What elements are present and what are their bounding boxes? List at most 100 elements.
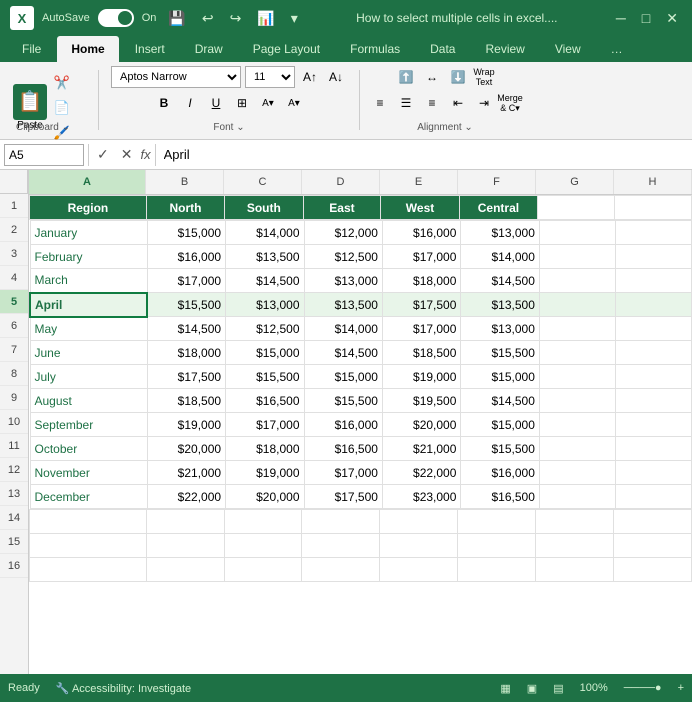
table-cell[interactable]: $14,000 [461, 245, 539, 269]
table-cell[interactable]: $19,000 [382, 365, 460, 389]
table-cell[interactable]: $14,000 [304, 317, 382, 341]
table-cell[interactable]: July [30, 365, 147, 389]
table-cell[interactable]: $17,500 [382, 293, 460, 317]
table-cell[interactable]: $14,500 [304, 341, 382, 365]
col-header-h[interactable]: H [614, 170, 692, 194]
table-cell[interactable]: $14,500 [461, 269, 539, 293]
table-cell[interactable]: $20,000 [226, 485, 304, 509]
table-cell[interactable]: April [30, 293, 147, 317]
table-cell[interactable]: January [30, 221, 147, 245]
table-cell[interactable]: May [30, 317, 147, 341]
table-cell[interactable]: $14,500 [147, 317, 225, 341]
table-cell[interactable]: March [30, 269, 147, 293]
table-cell[interactable]: $16,500 [304, 437, 382, 461]
font-size-select[interactable]: 11 [245, 66, 295, 88]
table-cell[interactable] [539, 413, 615, 437]
table-cell[interactable] [539, 245, 615, 269]
table-cell[interactable] [615, 269, 691, 293]
table-cell[interactable]: $15,500 [304, 389, 382, 413]
table-cell[interactable]: $17,000 [382, 317, 460, 341]
row-num-15[interactable]: 15 [0, 530, 28, 554]
table-cell[interactable]: $15,000 [226, 341, 304, 365]
table-cell[interactable]: $16,000 [147, 245, 225, 269]
chart-icon[interactable]: 📊 [253, 10, 278, 27]
table-cell[interactable]: $18,000 [382, 269, 460, 293]
table-cell[interactable]: $13,000 [461, 317, 539, 341]
table-cell[interactable]: $17,000 [304, 461, 382, 485]
decrease-font-button[interactable]: A↓ [325, 66, 347, 88]
col-header-g[interactable]: G [536, 170, 614, 194]
align-center-button[interactable]: ☰ [395, 92, 417, 114]
zoom-in-icon[interactable]: + [678, 682, 684, 694]
table-cell[interactable]: August [30, 389, 147, 413]
copy-button[interactable]: 📄 [51, 97, 73, 119]
header-region[interactable]: Region [30, 196, 147, 220]
table-cell[interactable] [615, 485, 691, 509]
tab-insert[interactable]: Insert [121, 36, 179, 62]
table-cell[interactable]: $16,500 [461, 485, 539, 509]
header-g[interactable] [538, 196, 615, 220]
font-name-select[interactable]: Aptos Narrow [111, 66, 241, 88]
table-cell[interactable] [539, 293, 615, 317]
table-cell[interactable]: $15,500 [461, 341, 539, 365]
table-cell[interactable] [539, 269, 615, 293]
table-cell[interactable] [539, 365, 615, 389]
table-cell[interactable]: $15,000 [304, 365, 382, 389]
align-top-button[interactable]: ⬆️ [395, 66, 417, 88]
table-cell[interactable]: $13,000 [304, 269, 382, 293]
table-cell[interactable]: $13,000 [461, 221, 539, 245]
function-check-button[interactable]: ✓ [93, 146, 113, 163]
table-cell[interactable]: $15,000 [147, 221, 225, 245]
table-cell[interactable] [539, 437, 615, 461]
name-box[interactable] [4, 144, 84, 166]
table-cell[interactable]: $17,500 [304, 485, 382, 509]
fill-color-button[interactable]: A▾ [257, 92, 279, 114]
save-icon[interactable]: 💾 [164, 10, 189, 27]
table-cell[interactable]: $18,000 [147, 341, 225, 365]
table-cell[interactable]: $15,500 [147, 293, 225, 317]
table-cell[interactable] [615, 437, 691, 461]
table-cell[interactable]: $19,000 [226, 461, 304, 485]
tab-draw[interactable]: Draw [181, 36, 237, 62]
table-cell[interactable]: $14,500 [226, 269, 304, 293]
indent-increase-button[interactable]: ⇥ [473, 92, 495, 114]
row-num-1[interactable]: 1 [0, 194, 28, 218]
formula-input[interactable] [160, 147, 688, 162]
table-cell[interactable]: $14,000 [226, 221, 304, 245]
table-cell[interactable]: $13,500 [461, 293, 539, 317]
col-header-e[interactable]: E [380, 170, 458, 194]
table-cell[interactable]: November [30, 461, 147, 485]
col-header-c[interactable]: C [224, 170, 302, 194]
table-cell[interactable]: $20,000 [147, 437, 225, 461]
table-cell[interactable]: $17,500 [147, 365, 225, 389]
table-cell[interactable]: $16,500 [226, 389, 304, 413]
table-cell[interactable]: $21,000 [147, 461, 225, 485]
row-num-14[interactable]: 14 [0, 506, 28, 530]
row-num-10[interactable]: 10 [0, 410, 28, 434]
italic-button[interactable]: I [179, 92, 201, 114]
view-layout-icon[interactable]: ▣ [527, 682, 537, 695]
table-cell[interactable] [539, 341, 615, 365]
table-cell[interactable]: $16,000 [304, 413, 382, 437]
table-cell[interactable]: $22,000 [147, 485, 225, 509]
table-cell[interactable]: $15,500 [226, 365, 304, 389]
table-cell[interactable] [615, 317, 691, 341]
table-cell[interactable]: $18,000 [226, 437, 304, 461]
view-pagebreak-icon[interactable]: ▤ [553, 682, 563, 695]
header-h[interactable] [615, 196, 692, 220]
row-num-3[interactable]: 3 [0, 242, 28, 266]
table-cell[interactable]: $19,000 [147, 413, 225, 437]
header-south[interactable]: South [225, 196, 303, 220]
indent-decrease-button[interactable]: ⇤ [447, 92, 469, 114]
align-bottom-button[interactable]: ⬇️ [447, 66, 469, 88]
table-cell[interactable] [615, 389, 691, 413]
table-cell[interactable]: $13,000 [226, 293, 304, 317]
table-cell[interactable]: $17,000 [226, 413, 304, 437]
autosave-toggle[interactable] [98, 9, 134, 27]
table-cell[interactable]: June [30, 341, 147, 365]
table-cell[interactable]: $18,500 [147, 389, 225, 413]
table-cell[interactable] [615, 365, 691, 389]
row-num-6[interactable]: 6 [0, 314, 28, 338]
table-cell[interactable]: $18,500 [382, 341, 460, 365]
table-cell[interactable] [615, 221, 691, 245]
